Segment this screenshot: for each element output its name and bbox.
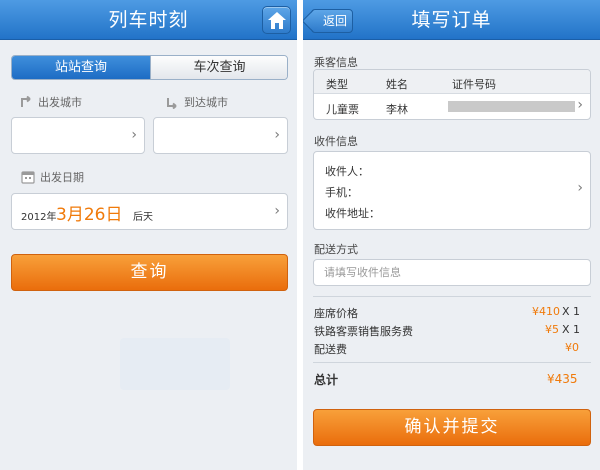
chevron-right-icon: › [131,127,137,143]
confirm-submit-button[interactable]: 确认并提交 [313,409,591,446]
back-button[interactable]: 返回 [311,9,353,33]
receiver-section-title: 收件信息 [314,135,358,148]
fee-delivery-label: 配送费 [314,343,347,356]
fee-seat-price: ¥410 [532,305,560,318]
date-relative: 后天 [133,212,153,223]
navbar: 列车时刻 [0,0,297,40]
date-year: 2012年 [21,212,57,223]
delivery-section-title: 配送方式 [314,243,358,256]
query-type-tabs: 站站查询 车次查询 [11,55,288,80]
page-title: 列车时刻 [108,9,189,31]
receiver-name-field: 收件人： [325,165,369,178]
fee-seat-qty: X 1 [562,305,581,318]
header-name: 姓名 [386,78,408,91]
date-month-day: 3月26日 [56,205,123,225]
date-label: 出发日期 [21,169,84,185]
passenger-id-masked [448,101,575,112]
to-city-label: 到达城市 [166,94,228,110]
chevron-right-icon: › [577,97,583,113]
departure-arrow-icon [21,95,31,107]
tab-station-query[interactable]: 站站查询 [12,56,150,79]
to-city-input[interactable]: › [153,117,288,154]
chevron-right-icon: › [274,203,280,219]
total-label: 总计 [314,373,339,387]
tab-train-number-query[interactable]: 车次查询 [150,56,287,79]
navbar: 填写订单 返回 [303,0,600,40]
train-schedule-screen: 列车时刻 站站查询 车次查询 出发城市 到达城市 › › 出发日期 2012年 … [0,0,297,470]
order-form-screen: 填写订单 返回 乘客信息 类型 姓名 证件号码 儿童票 李林 › 收件信息 收件… [303,0,600,470]
passenger-card[interactable]: 类型 姓名 证件号码 儿童票 李林 › [313,69,591,120]
passenger-type: 儿童票 [326,103,359,116]
divider [313,362,591,363]
passenger-section-title: 乘客信息 [314,56,358,69]
chevron-right-icon: › [274,127,280,143]
divider [313,296,591,297]
departure-date-picker[interactable]: 2012年 3月26日 后天 › [11,193,288,230]
from-city-label: 出发城市 [20,94,82,110]
home-button[interactable] [262,6,291,34]
back-button-label: 返回 [322,14,347,28]
receiver-address-field: 收件地址： [325,207,380,220]
fee-service-qty: X 1 [562,323,581,336]
fee-service-label: 铁路客票销售服务费 [314,325,413,338]
from-city-label-text: 出发城市 [38,96,82,109]
receiver-phone-field: 手机： [325,186,358,199]
home-icon [268,12,286,29]
header-id-number: 证件号码 [452,78,496,91]
fee-seat-label: 座席价格 [314,307,358,320]
query-button[interactable]: 查询 [11,254,288,291]
arrival-arrow-icon [167,97,177,109]
from-city-input[interactable]: › [11,117,145,154]
to-city-label-text: 到达城市 [184,96,228,109]
date-label-text: 出发日期 [40,171,84,184]
fee-service-price: ¥5 [545,323,559,336]
background-artifact [120,338,230,390]
fee-delivery-price: ¥0 [565,341,579,354]
chevron-right-icon: › [577,180,583,196]
header-type: 类型 [326,78,348,91]
receiver-card[interactable]: 收件人： 手机： 收件地址： › [313,151,591,230]
passenger-name: 李林 [386,103,408,116]
passenger-table-header: 类型 姓名 证件号码 [314,70,590,94]
delivery-method-field[interactable]: 请填写收件信息 [313,259,591,286]
total-value: ¥435 [547,372,578,386]
calendar-icon [21,171,35,184]
